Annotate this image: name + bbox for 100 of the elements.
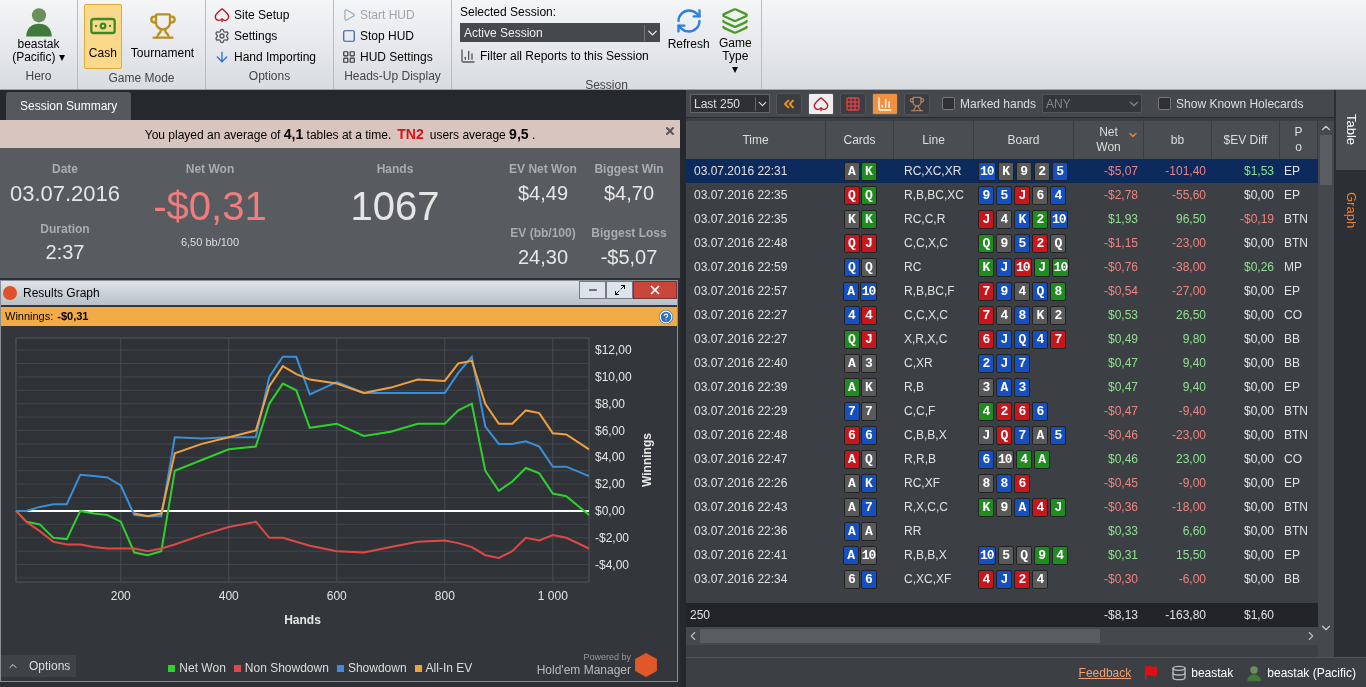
side-tab[interactable]: Table [1336,90,1366,170]
feedback-link[interactable]: Feedback [1078,663,1132,682]
horizontal-scrollbar[interactable] [686,627,1318,645]
options-button[interactable]: Settings [214,25,325,47]
table-row[interactable]: 03.07.2016 22:36 A A RR $0,33 6,60 $0,00 BTN [686,519,1318,543]
hud-button[interactable]: Stop HUD [342,25,443,47]
playing-card: J [860,329,877,349]
game-mode-button[interactable]: Tournament [125,4,200,69]
table-row[interactable]: 03.07.2016 22:27 Q J X,R,X,C 6 J Q 4 7 $0,49 9,80 $0,00 BB [686,327,1318,351]
playing-card: A [843,449,860,469]
table-cell-text: 03.07.2016 22:40 [693,355,789,372]
table-cell-text: 6,60 [1181,523,1207,540]
playing-card: 7 [1014,353,1030,373]
options-button[interactable]: Site Setup [214,5,325,26]
table-row[interactable]: 03.07.2016 22:59 Q Q RC K J 10 J 10 -$0,76 -38,00 $0,26 MP [686,255,1318,279]
table-cell-text: 03.07.2016 22:39 [693,379,789,396]
cards-button[interactable] [808,92,834,115]
playing-card: 5 [1051,161,1068,181]
table-row[interactable]: 03.07.2016 22:40 A 3 C,XR 2 J 7 $0,47 9,40 $0,00 BB [686,351,1318,375]
playing-card: 4 [978,569,994,589]
table-cell-text: BTN [1283,403,1309,420]
playing-card: A [1033,449,1050,469]
table-row[interactable]: 03.07.2016 22:26 A K RC,XF 8 8 6 -$0,45 -9,00 $0,00 EP [686,471,1318,495]
table-cell-text: EP [1283,187,1301,204]
table-row[interactable]: 03.07.2016 22:41 A 10 R,B,B,X 10 5 Q 9 4 $0,31 15,50 $0,00 EP [686,543,1318,567]
maximize-icon [613,284,626,296]
side-tab[interactable]: Graph [1336,170,1366,250]
playing-card: K [1032,305,1048,325]
playing-card: Q [860,257,877,277]
help-icon[interactable] [659,309,673,324]
table-row[interactable]: 03.07.2016 22:47 A Q R,R,B 6 10 4 A $0,46 23,00 $0,00 CO [686,447,1318,471]
range-dropdown[interactable]: Last 250 [690,94,770,113]
playing-card: J [978,425,994,445]
playing-card: 2 [996,401,1012,421]
refresh-button[interactable]: Refresh [667,3,710,76]
options-button[interactable]: Options [1,655,77,677]
close-button[interactable] [633,281,677,299]
table-cell-text: EP [1283,475,1301,492]
grid-icon [342,49,356,64]
table-cell-text: 96,50 [1174,211,1207,228]
close-icon[interactable] [664,125,676,137]
playing-card: Q [860,449,877,469]
vertical-scrollbar[interactable] [1318,121,1334,657]
table-row[interactable]: 03.07.2016 22:29 7 7 C,C,F 4 2 6 6 -$0,47 -9,40 $0,00 BTN [686,399,1318,423]
playing-card: J [978,209,994,229]
table-cell-text: $0,00 [1242,355,1275,372]
bb-per-100: 6,50 bb/100 [180,235,240,250]
hero-button[interactable]: beastak (Pacific) ▾ [12,4,65,64]
table-cell-text: MP [1283,259,1303,276]
product-name: Hold'em Manager [536,664,631,677]
playing-card: 9 [996,281,1012,301]
playing-card: 5 [1014,233,1030,253]
table-row[interactable]: 03.07.2016 22:48 6 6 C,B,B,X J Q 7 A 5 -$0,46 -23,00 $0,00 BTN [686,423,1318,447]
session-summary-tab[interactable]: Session Summary [6,92,132,120]
session-dropdown[interactable]: Active Session [460,23,660,42]
playing-card: J [1033,257,1050,277]
playing-card: K [997,161,1014,181]
playing-card: 8 [996,473,1012,493]
chart-button[interactable] [872,92,898,115]
checkbox[interactable] [1158,97,1172,110]
table-row[interactable]: 03.07.2016 22:35 Q Q R,B,BC,XC 9 5 J 6 4 -$2,78 -55,60 $0,00 EP [686,183,1318,207]
table-cell-text: 03.07.2016 22:27 [693,331,789,348]
playing-card: 2 [1033,161,1050,181]
grid-button[interactable] [840,92,866,115]
playing-card: 5 [996,185,1012,205]
playing-card: J [996,569,1012,589]
legend-label: Net Won [179,660,226,677]
table-row[interactable]: 03.07.2016 22:35 K K RC,C,R J 4 K 2 10 $1,93 96,50 -$0,19 BTN [686,207,1318,231]
table-cell-text: BTN [1283,523,1309,540]
table-row[interactable]: 03.07.2016 22:31 A K RC,XC,XR 10 K 9 2 5 -$5,07 -101,40 $1,53 EP [686,159,1318,183]
playing-card: K [860,473,877,493]
game-type-button[interactable]: Game Type ▾ [717,3,753,76]
table-row[interactable]: 03.07.2016 22:43 A 7 R,X,C,C K 9 A 4 J -$0,36 -18,00 $0,00 BTN [686,495,1318,519]
table-row[interactable]: 03.07.2016 22:34 6 6 C,XC,XF 4 J 2 4 -$0,30 -6,00 $0,00 BB [686,567,1318,591]
table-cell-text: $0,53 [1106,307,1139,324]
trophy-button[interactable] [904,92,930,115]
hud-button[interactable]: HUD Settings [342,46,443,67]
x-tick-label: 400 [218,589,239,603]
playing-card: 8 [1050,281,1066,301]
playing-card: 6 [1014,401,1030,421]
stat-value: -$0,31 [153,183,267,230]
game-mode-button[interactable]: Cash [83,4,122,69]
table-cell-text: C,B,B,X [903,427,948,444]
bar-chart-icon [877,95,893,112]
playing-card: 6 [978,449,994,469]
checkbox-label: Show Known Holecards [1176,95,1304,113]
options-button[interactable]: Hand Importing [214,46,325,67]
playing-card: 6 [860,425,877,445]
rewind-button[interactable] [776,92,802,115]
table-row[interactable]: 03.07.2016 22:27 4 4 C,C,X,C 7 4 8 K 2 $0,53 26,50 $0,00 CO [686,303,1318,327]
banner-text: You played an average of 4,1 tables at a time. [144,124,392,144]
maximize-button[interactable] [606,281,633,299]
table-cell-text: $1,93 [1106,211,1139,228]
refresh-icon [674,7,703,35]
table-row[interactable]: 03.07.2016 22:48 Q J C,C,X,C Q 9 5 2 Q -$1,15 -23,00 $0,00 BTN [686,231,1318,255]
minimize-button[interactable] [579,281,606,299]
checkbox[interactable] [942,97,955,110]
table-row[interactable]: 03.07.2016 22:57 A 10 R,B,BC,F 7 9 4 Q 8 -$0,54 -27,00 $0,00 EP [686,279,1318,303]
table-row[interactable]: 03.07.2016 22:39 A K R,B 3 A 3 $0,47 9,40 $0,00 EP [686,375,1318,399]
filter-button[interactable]: Filter all Reports to this Session [460,47,660,65]
